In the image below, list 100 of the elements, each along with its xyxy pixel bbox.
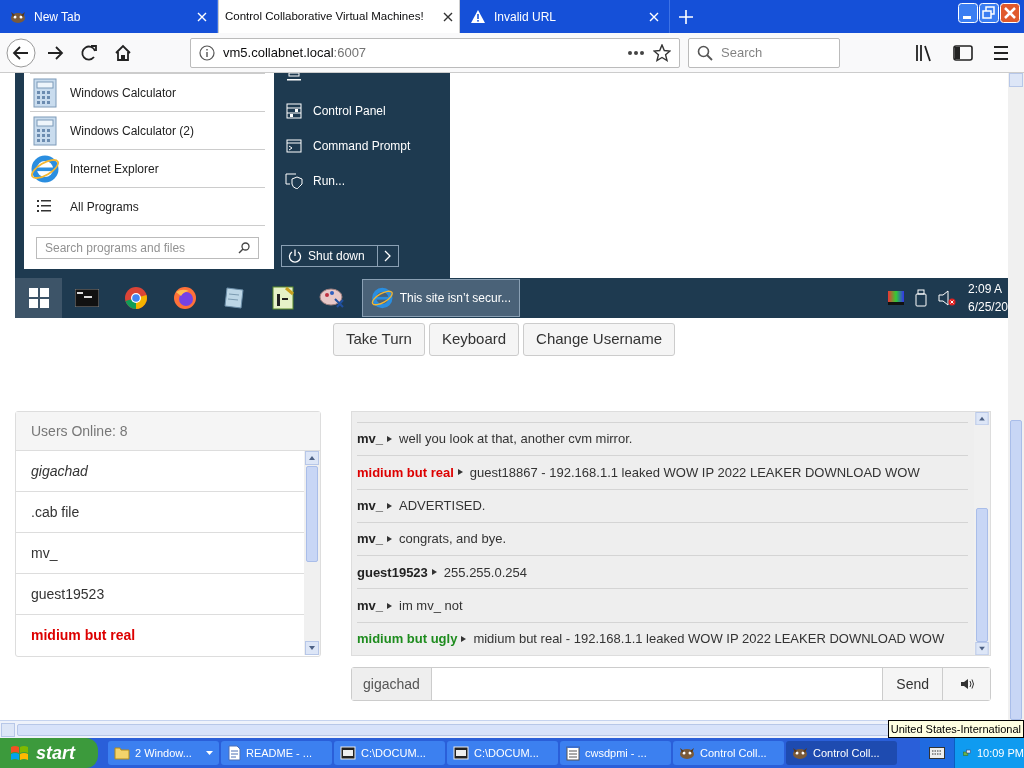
folder-icon <box>114 746 130 760</box>
animal-icon <box>679 745 695 761</box>
control-button[interactable]: Take Turn <box>333 323 425 356</box>
address-bar[interactable]: vm5.collabnet.local:6007 <box>190 37 680 68</box>
tooltip: United States-International <box>887 720 1024 738</box>
chat-scrollbar[interactable] <box>974 412 990 655</box>
chat-username: midium but real <box>357 463 454 482</box>
arrow-icon <box>387 502 393 509</box>
page-scrollbar[interactable] <box>1008 73 1024 720</box>
search-input[interactable]: Search programs and files <box>45 239 238 257</box>
arrow-icon <box>461 635 467 642</box>
chat-username: guest19523 <box>357 563 428 582</box>
document-icon <box>227 745 241 761</box>
url-text: vm5.collabnet.local:6007 <box>223 43 368 62</box>
chat-username: mv_ <box>357 530 384 549</box>
chat-username: midium but ugly <box>357 630 458 649</box>
taskbar-button[interactable]: Control Coll... <box>786 741 897 765</box>
arrow-icon <box>387 536 393 542</box>
scroll-down-icon <box>975 641 989 655</box>
start-button[interactable]: start <box>0 738 98 768</box>
arrow-icon <box>431 569 437 576</box>
browser-icon <box>123 286 148 310</box>
list-icon <box>37 198 53 215</box>
warning-icon <box>470 8 486 25</box>
windows-flag-icon <box>10 744 30 762</box>
taskbar-window-button[interactable]: This site isn’t secur... <box>362 279 520 317</box>
terminal-icon <box>286 138 302 153</box>
chat-message: midium but real - 192.168.1.1 leaked WOW IP 2022 LEAKER DOWNLOAD WOW <box>473 630 945 649</box>
chat-message: 255.255.0.254 <box>443 563 527 582</box>
menu-item[interactable]: Command Prompt <box>281 128 449 163</box>
search-icon <box>697 44 713 61</box>
user-list-scrollbar[interactable] <box>304 451 320 655</box>
more-icon <box>627 49 645 56</box>
panel-heading: Users Online: 8 <box>16 412 320 451</box>
taskbar-button[interactable]: README - ... <box>221 741 332 765</box>
program-item[interactable]: Windows Calculator <box>30 73 265 111</box>
clock-date: 6/25/20 <box>967 299 1008 316</box>
document-icon <box>271 286 294 310</box>
clock-time: 2:09 A <box>967 281 1002 298</box>
scroll-up-icon <box>305 451 319 465</box>
chat-message: im mv_ not <box>399 596 463 615</box>
program-item[interactable]: All Programs <box>30 187 265 225</box>
start-button[interactable] <box>15 278 62 318</box>
notepad-icon <box>222 286 245 310</box>
search-input[interactable]: Search <box>721 42 821 63</box>
scroll-up-icon <box>975 412 989 426</box>
chat-message: congrats, and bye. <box>399 530 506 549</box>
terminal-icon <box>74 289 99 307</box>
palette-icon <box>318 287 345 309</box>
taskbar-button[interactable]: C:\DOCUM... <box>334 741 445 765</box>
taskbar-button[interactable]: cwsdpmi - ... <box>560 741 671 765</box>
close-icon <box>649 11 659 22</box>
search-field[interactable]: Search programs and files <box>36 237 259 259</box>
chat-message: guest18867 - 192.168.1.1 leaked WOW IP 2022 LEAKER DOWNLOAD WOW <box>469 463 920 482</box>
browser-icon <box>30 153 60 184</box>
menu-item[interactable]: Run... <box>281 163 449 198</box>
animal-icon <box>792 745 808 761</box>
windows-icon <box>28 288 49 308</box>
display-icon <box>887 291 904 305</box>
taskbar-button[interactable]: C:\DOCUM... <box>447 741 558 765</box>
calculator-icon <box>33 77 57 108</box>
browser-tab[interactable]: Control Collaborative Virtual Machines! <box>218 0 460 33</box>
close-icon <box>443 11 453 22</box>
info-icon <box>199 44 215 61</box>
taskbar-button[interactable]: 2 Window... <box>108 741 219 765</box>
back-button[interactable] <box>6 37 36 68</box>
chat-username: mv_ <box>357 430 384 449</box>
power-icon <box>288 249 302 263</box>
usb-drive-icon <box>913 289 928 307</box>
notepad-icon <box>566 745 580 761</box>
clock-time: 10:09 PM <box>976 745 1024 761</box>
chat-username: mv_ <box>357 596 384 615</box>
arrow-icon <box>457 469 463 476</box>
chat-message: ADVERTISED. <box>399 496 486 515</box>
control-button[interactable]: Keyboard <box>428 323 520 356</box>
arrow-icon <box>387 602 393 609</box>
close-button[interactable] <box>1000 3 1020 23</box>
calculator-icon <box>33 115 57 146</box>
restore-button[interactable] <box>979 3 999 23</box>
taskbar-button[interactable]: Control Coll... <box>673 741 784 765</box>
scroll-down-icon <box>305 641 319 655</box>
muted-speaker-icon <box>937 290 956 306</box>
arrow-icon <box>387 436 393 443</box>
program-item[interactable]: Internet Explorer <box>30 149 265 187</box>
browser-icon <box>371 286 394 310</box>
chat-username: mv_ <box>357 496 384 515</box>
bookmark-star-icon <box>653 43 671 62</box>
run-icon <box>285 172 303 189</box>
control-button[interactable]: Change Username <box>523 323 675 356</box>
browser-icon <box>172 286 197 310</box>
close-icon <box>197 11 207 22</box>
search-field[interactable]: Search <box>688 37 840 68</box>
minimize-button[interactable] <box>958 3 978 23</box>
user-item[interactable]: midium but real <box>16 615 304 656</box>
keyboard-icon <box>929 747 945 759</box>
chat-message: well you look at that, another cvm mirror. <box>399 430 633 449</box>
program-item[interactable]: Windows Calculator (2) <box>30 111 265 149</box>
search-icon <box>238 242 250 254</box>
archive-icon <box>453 746 469 760</box>
menu-item[interactable]: Control Panel <box>281 93 449 128</box>
